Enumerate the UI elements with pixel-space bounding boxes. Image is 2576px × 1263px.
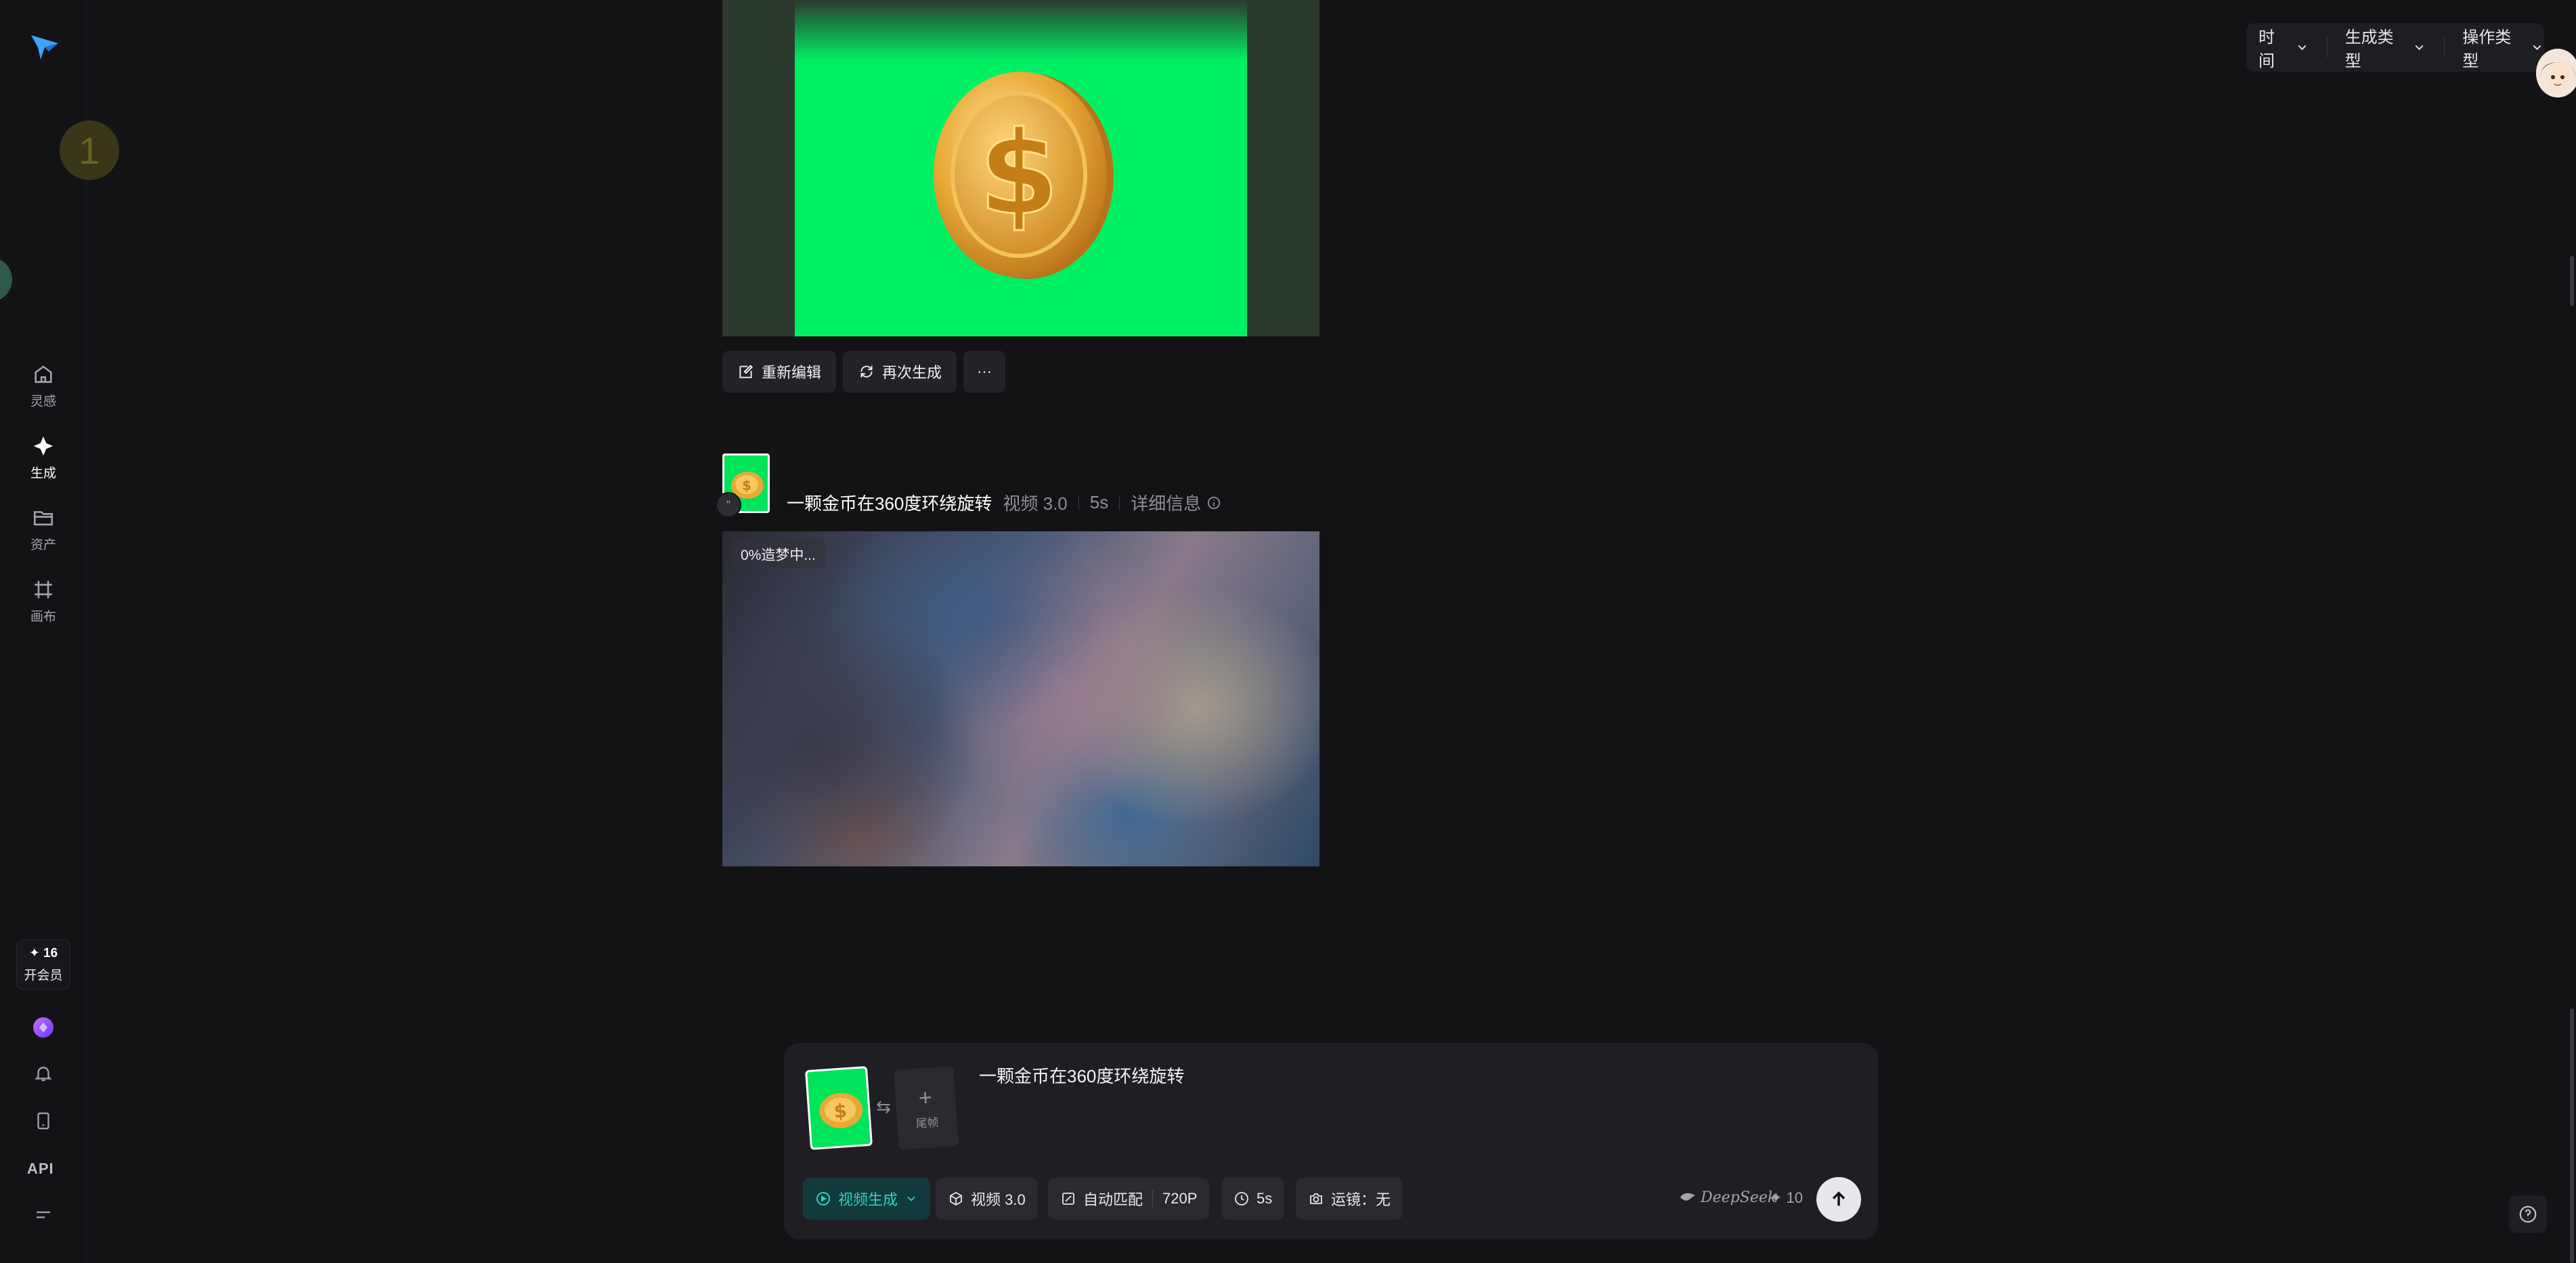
home-icon xyxy=(35,365,52,383)
divider xyxy=(1119,495,1120,510)
generation-prompt-title: 一颗金币在360度环绕旋转 xyxy=(787,493,992,514)
credit-cost: ✦ 10 xyxy=(1770,1189,1804,1206)
credit-balance: ✦ 16 xyxy=(28,946,58,960)
camera-motion-label: 运镜：无 xyxy=(1331,1191,1391,1208)
nav-label: 画布 xyxy=(30,610,56,624)
svg-text:$: $ xyxy=(833,1099,848,1122)
svg-text:$: $ xyxy=(979,107,1059,241)
generation-progress: 0%造梦中... xyxy=(731,540,825,569)
app-logo-icon[interactable] xyxy=(28,31,61,62)
nav-label: 灵感 xyxy=(30,395,56,409)
deepseek-badge[interactable]: DeepSeek xyxy=(1679,1189,1776,1206)
gold-coin-image: $ xyxy=(934,72,1114,279)
help-icon xyxy=(2519,1205,2537,1223)
nav-assets[interactable]: 资产 xyxy=(14,506,73,553)
video-duration: 5s xyxy=(1089,492,1109,512)
chevron-down-icon xyxy=(2533,45,2541,50)
arrow-up-icon xyxy=(1832,1191,1846,1206)
menu-icon[interactable] xyxy=(31,1203,56,1228)
api-link[interactable]: API xyxy=(27,1160,54,1178)
edit-icon xyxy=(739,364,754,378)
generated-video-preview[interactable]: $ xyxy=(722,0,1319,336)
nav-inspiration[interactable]: 灵感 xyxy=(14,363,73,409)
model-version: 视频 3.0 xyxy=(1003,493,1068,514)
collapse-handle[interactable] xyxy=(0,257,12,302)
nav-canvas[interactable]: 画布 xyxy=(14,578,73,625)
chevron-down-icon xyxy=(2415,45,2424,50)
mode-selector[interactable]: 视频生成 xyxy=(803,1178,931,1220)
quote-icon[interactable]: “ xyxy=(716,492,741,518)
more-options-button[interactable]: ··· xyxy=(963,351,1006,393)
regenerate-button[interactable]: 再次生成 xyxy=(843,351,957,393)
resolution-label: 720P xyxy=(1152,1190,1197,1207)
svg-text:$: $ xyxy=(742,477,751,493)
camera-motion-selector[interactable]: 运镜：无 xyxy=(1296,1178,1403,1220)
ratio-resolution-selector[interactable]: 自动匹配 720P xyxy=(1048,1178,1210,1220)
filter-time-label: 时间 xyxy=(2258,28,2275,70)
divider xyxy=(1078,495,1079,510)
aspect-ratio-icon xyxy=(1062,1193,1074,1205)
submit-button[interactable] xyxy=(1816,1177,1861,1222)
clock-icon xyxy=(1235,1192,1248,1205)
chevron-down-icon xyxy=(2298,45,2307,50)
gem-icon[interactable] xyxy=(31,1015,56,1040)
folder-icon xyxy=(33,511,53,526)
duration-label: 5s xyxy=(1257,1190,1273,1207)
details-link[interactable]: 详细信息 xyxy=(1131,490,1201,515)
filter-time[interactable]: 时间 xyxy=(2258,24,2309,71)
re-edit-label: 重新编辑 xyxy=(762,364,822,381)
divider xyxy=(2444,37,2445,58)
deepseek-icon xyxy=(1680,1193,1695,1201)
more-icon: ··· xyxy=(977,363,992,380)
bell-icon[interactable] xyxy=(31,1061,56,1086)
step-indicator: 1 xyxy=(60,120,119,180)
ratio-label: 自动匹配 xyxy=(1083,1191,1143,1208)
first-frame-image[interactable]: $ xyxy=(804,1065,873,1151)
nav-label: 生成 xyxy=(30,466,56,481)
canvas-icon xyxy=(35,581,52,598)
chevron-down-icon xyxy=(907,1196,915,1201)
filter-operation-type[interactable]: 操作类型 xyxy=(2462,24,2544,71)
end-frame-label: 尾帧 xyxy=(915,1115,940,1130)
model-selector[interactable]: 视频 3.0 xyxy=(936,1178,1038,1220)
generating-video-placeholder xyxy=(722,531,1319,866)
filter-operation-type-label: 操作类型 xyxy=(2462,28,2512,70)
nav-generate[interactable]: 生成 xyxy=(14,435,73,481)
prompt-input[interactable]: 一颗金币在360度环绕旋转 xyxy=(979,1063,1184,1088)
sidebar: 1 灵感 生成 资产 画布 ✦ 16 开会员 API xyxy=(0,0,119,1263)
mode-label: 视频生成 xyxy=(838,1191,898,1208)
generation-meta: 一颗金币在360度环绕旋转 视频 3.0 5s 详细信息 xyxy=(787,490,1221,515)
regenerate-label: 再次生成 xyxy=(882,364,942,381)
video-generate-icon xyxy=(816,1192,830,1205)
swap-frames-icon[interactable]: ⇆ xyxy=(876,1096,891,1117)
result-actions: 重新编辑 再次生成 ··· xyxy=(722,351,1006,393)
mobile-icon[interactable] xyxy=(31,1109,56,1133)
re-edit-button[interactable]: 重新编辑 xyxy=(722,351,837,393)
info-icon[interactable] xyxy=(1206,495,1221,510)
help-button[interactable] xyxy=(2509,1195,2547,1233)
video-top-shade xyxy=(795,0,1247,61)
filter-bar: 时间 生成类型 操作类型 xyxy=(2246,23,2544,72)
divider xyxy=(2326,37,2328,58)
filter-generation-type-label: 生成类型 xyxy=(2344,28,2394,70)
model-label: 视频 3.0 xyxy=(971,1191,1026,1208)
nav-label: 资产 xyxy=(30,538,56,552)
sparkle-icon xyxy=(33,436,53,456)
scrollbar-thumb[interactable] xyxy=(2570,1009,2574,1263)
plus-icon: + xyxy=(917,1084,934,1111)
deepseek-label: DeepSeek xyxy=(1701,1189,1777,1206)
refresh-icon xyxy=(860,365,873,378)
user-avatar[interactable] xyxy=(2536,49,2576,97)
filter-generation-type[interactable]: 生成类型 xyxy=(2345,24,2427,71)
join-membership-label: 开会员 xyxy=(24,969,63,983)
end-frame-upload[interactable]: + 尾帧 xyxy=(893,1066,959,1150)
duration-selector[interactable]: 5s xyxy=(1221,1178,1285,1220)
camera-icon xyxy=(1310,1193,1322,1204)
scroll-marker xyxy=(2570,256,2574,306)
membership-button[interactable]: ✦ 16 开会员 xyxy=(16,939,70,990)
cube-icon xyxy=(950,1191,962,1206)
